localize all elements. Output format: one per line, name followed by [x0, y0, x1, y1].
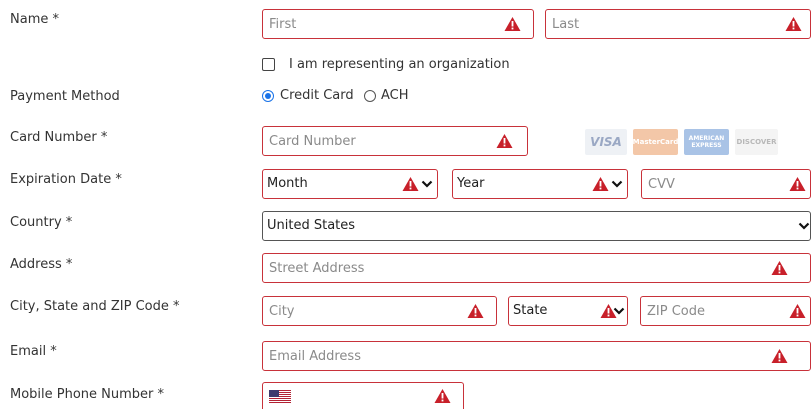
- name-label: Name *: [10, 12, 59, 27]
- warning-triangle-icon: [434, 388, 451, 404]
- payment-method-label: Payment Method: [10, 89, 120, 104]
- warning-triangle-icon: [504, 16, 521, 32]
- cvv-input[interactable]: [642, 170, 810, 198]
- street-address-input[interactable]: [263, 254, 810, 282]
- ach-radio[interactable]: [364, 90, 376, 102]
- mastercard-logo: MasterCard: [633, 129, 678, 155]
- year-select-value: Year: [457, 176, 485, 191]
- warning-triangle-icon: [771, 260, 788, 276]
- warning-triangle-icon: [771, 348, 788, 364]
- state-select[interactable]: State: [508, 296, 628, 326]
- city-field[interactable]: [262, 296, 497, 326]
- card-number-field[interactable]: [262, 126, 528, 156]
- state-select-value: State: [513, 303, 548, 318]
- first-name-input[interactable]: [263, 10, 533, 38]
- zip-code-field[interactable]: [640, 296, 811, 326]
- mobile-phone-label: Mobile Phone Number *: [10, 387, 165, 402]
- ach-label: ACH: [381, 88, 409, 103]
- email-field[interactable]: [262, 341, 811, 371]
- discover-logo: DISCOVER: [735, 129, 778, 155]
- country-select[interactable]: United States: [262, 211, 811, 241]
- chevron-down-icon: [611, 176, 623, 192]
- warning-triangle-icon: [467, 303, 484, 319]
- email-label: Email *: [10, 344, 57, 359]
- warning-triangle-icon: [496, 133, 513, 149]
- organization-checkbox-label: I am representing an organization: [289, 57, 510, 72]
- year-select[interactable]: Year: [452, 169, 628, 199]
- credit-card-radio[interactable]: [262, 90, 274, 102]
- cvv-field[interactable]: [641, 169, 811, 199]
- visa-logo: VISA: [585, 129, 627, 155]
- amex-logo: AMERICAN EXPRESS: [684, 129, 729, 155]
- country-select-value: United States: [267, 218, 356, 233]
- last-name-input[interactable]: [546, 10, 810, 38]
- organization-checkbox[interactable]: [262, 58, 275, 71]
- address-label: Address *: [10, 257, 73, 272]
- last-name-field[interactable]: [545, 9, 811, 39]
- street-address-field[interactable]: [262, 253, 811, 283]
- chevron-down-icon: [613, 303, 625, 319]
- chevron-down-icon: [798, 218, 810, 234]
- card-number-input[interactable]: [263, 127, 527, 155]
- warning-triangle-icon: [785, 16, 802, 32]
- month-select-value: Month: [267, 176, 308, 191]
- radio-selected-dot: [265, 93, 271, 99]
- city-state-zip-label: City, State and ZIP Code *: [10, 299, 180, 314]
- card-number-label: Card Number *: [10, 130, 108, 145]
- credit-card-label: Credit Card: [280, 88, 354, 103]
- city-input[interactable]: [263, 297, 496, 325]
- country-label: Country *: [10, 215, 73, 230]
- email-input[interactable]: [263, 342, 810, 370]
- warning-triangle-icon: [592, 176, 609, 192]
- month-select[interactable]: Month: [262, 169, 438, 199]
- us-flag-icon: [269, 390, 291, 403]
- expiration-date-label: Expiration Date *: [10, 172, 122, 187]
- first-name-field[interactable]: [262, 9, 534, 39]
- warning-triangle-icon: [402, 176, 419, 192]
- chevron-down-icon: [421, 176, 433, 192]
- mobile-phone-field[interactable]: [262, 382, 464, 409]
- warning-triangle-icon: [789, 176, 806, 192]
- zip-code-input[interactable]: [641, 297, 810, 325]
- warning-triangle-icon: [789, 303, 806, 319]
